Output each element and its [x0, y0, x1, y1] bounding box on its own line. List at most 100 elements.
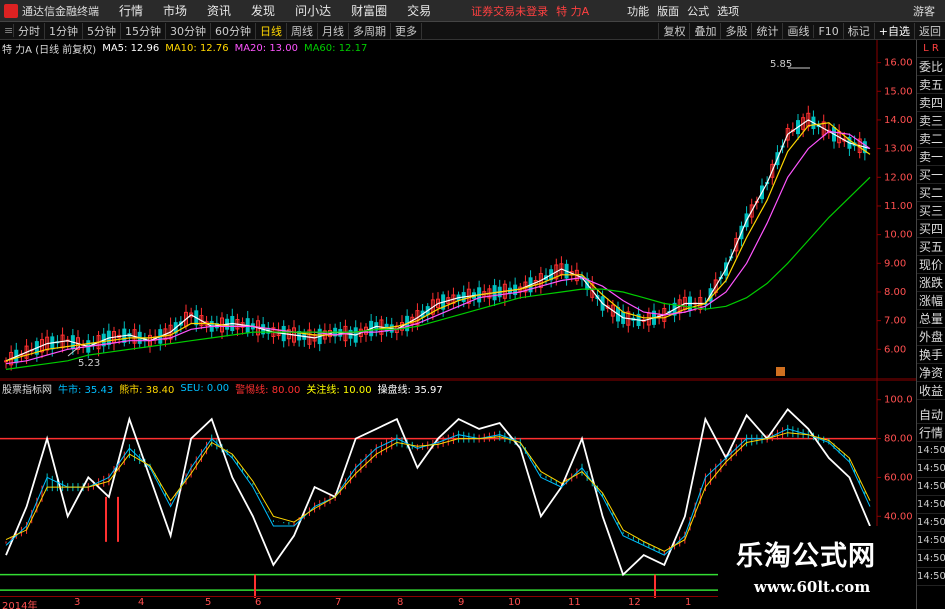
- price-tick-label: 14.00: [884, 115, 913, 126]
- side-panel-item[interactable]: 卖三: [917, 112, 945, 130]
- period-60min[interactable]: 60分钟: [211, 22, 256, 39]
- tick-time-item[interactable]: 14:50: [917, 496, 945, 514]
- x-axis-label: 3: [74, 597, 81, 608]
- side-panel-item[interactable]: 收益: [917, 382, 945, 400]
- app-logo-icon: [4, 3, 18, 18]
- indicator-tick-label: 80.00: [884, 434, 913, 445]
- period-weekly[interactable]: 周线: [287, 22, 318, 39]
- menu-options[interactable]: 选项: [717, 3, 739, 19]
- side-panel-item[interactable]: 自动: [917, 406, 945, 424]
- price-chart[interactable]: 16.00 15.00 14.00 13.00 12.00 11.00 10.00 9.00 8…: [0, 40, 916, 380]
- stock-name-label: 特 力A (日线 前复权): [2, 44, 97, 56]
- x-axis-label: 11: [568, 597, 581, 608]
- side-panel-item[interactable]: 买四: [917, 220, 945, 238]
- watch-line-label: 关注线: 10.00: [306, 384, 372, 396]
- x-axis-label: 2014年: [2, 601, 38, 609]
- x-axis-label: 10: [508, 597, 521, 608]
- side-panel-item[interactable]: 买二: [917, 184, 945, 202]
- bull-label: 牛市: 35.43: [58, 384, 114, 396]
- period-5min[interactable]: 5分钟: [83, 22, 121, 39]
- period-more[interactable]: 更多: [391, 22, 422, 39]
- side-panel-item[interactable]: 卖五: [917, 76, 945, 94]
- menu-layout[interactable]: 版面: [657, 3, 679, 19]
- stock-title: 特 力A: [556, 4, 590, 18]
- period-tick[interactable]: 分时: [14, 22, 45, 39]
- high-annotation-label: 5.85: [770, 59, 792, 70]
- tick-time-item[interactable]: 14:50: [917, 532, 945, 550]
- tick-time-item[interactable]: 14:50: [917, 460, 945, 478]
- indicator-info-line: 股票指标网 牛市: 35.43 熊市: 38.40 SEU: 0.00 警惕线:…: [2, 381, 449, 396]
- guest-login[interactable]: 游客: [913, 3, 935, 19]
- menu-trade[interactable]: 交易: [407, 2, 431, 19]
- main-info-line: 特 力A (日线 前复权) MA5: 12.96 MA10: 12.76 MA2…: [2, 41, 373, 56]
- side-panel-item[interactable]: 买三: [917, 202, 945, 220]
- side-panel-item[interactable]: 涨幅: [917, 292, 945, 310]
- login-status[interactable]: 证券交易未登录: [471, 3, 548, 19]
- price-tick-label: 9.00: [884, 258, 906, 269]
- indicator-tick-label: 100.0: [884, 395, 913, 406]
- side-panel-item[interactable]: 卖四: [917, 94, 945, 112]
- menu-formula[interactable]: 公式: [687, 3, 709, 19]
- tool-draw[interactable]: 画线: [782, 23, 813, 39]
- menu-ask[interactable]: 问小达: [295, 2, 331, 19]
- side-panel-header[interactable]: L R: [917, 40, 945, 58]
- tool-statistics[interactable]: 统计: [751, 23, 782, 39]
- menu-market-quotes[interactable]: 行情: [119, 2, 143, 19]
- menu-discover[interactable]: 发现: [251, 2, 275, 19]
- period-daily[interactable]: 日线: [256, 22, 287, 39]
- price-tick-label: 16.00: [884, 58, 913, 69]
- period-15min[interactable]: 15分钟: [121, 22, 166, 39]
- menu-wealth[interactable]: 财富圈: [351, 2, 387, 19]
- tool-back[interactable]: 返回: [914, 23, 945, 39]
- price-tick-label: 10.00: [884, 230, 913, 241]
- side-panel-item[interactable]: 涨跌: [917, 274, 945, 292]
- price-tick-label: 12.00: [884, 172, 913, 183]
- tool-add-watchlist[interactable]: +自选: [873, 23, 914, 39]
- period-multi[interactable]: 多周期: [349, 22, 391, 39]
- price-tick-label: 13.00: [884, 144, 913, 155]
- side-panel-item[interactable]: 总量: [917, 310, 945, 328]
- indicator-tick-label: 40.00: [884, 511, 913, 522]
- toolbar-menu-icon[interactable]: ≡: [0, 24, 14, 37]
- tick-time-item[interactable]: 14:50: [917, 478, 945, 496]
- side-panel-item[interactable]: 卖一: [917, 148, 945, 166]
- event-marker-icon[interactable]: [776, 367, 785, 376]
- price-tick-label: 15.00: [884, 86, 913, 97]
- tick-time-item[interactable]: 14:50: [917, 514, 945, 532]
- tool-f10[interactable]: F10: [813, 24, 842, 38]
- period-30min[interactable]: 30分钟: [166, 22, 211, 39]
- menu-market[interactable]: 市场: [163, 2, 187, 19]
- side-panel-item[interactable]: 换手: [917, 346, 945, 364]
- x-axis-label: 5: [205, 597, 212, 608]
- side-panel-item[interactable]: 买一: [917, 166, 945, 184]
- side-panel-item[interactable]: 现价: [917, 256, 945, 274]
- tick-time-item[interactable]: 14:50: [917, 568, 945, 586]
- tool-mark[interactable]: 标记: [842, 23, 874, 39]
- ma60-label: MA60: 12.17: [303, 42, 368, 54]
- alert-line-label: 警惕线: 80.00: [235, 384, 301, 396]
- x-axis-label: 7: [335, 597, 342, 608]
- side-panel-item[interactable]: 外盘: [917, 328, 945, 346]
- ma10-label: MA10: 12.76: [165, 42, 229, 54]
- side-panel-item[interactable]: 行情: [917, 424, 945, 442]
- side-panel-item[interactable]: 净资: [917, 364, 945, 382]
- ma20-label: MA20: 13.00: [234, 42, 298, 54]
- period-1min[interactable]: 1分钟: [45, 22, 83, 39]
- tick-time-item[interactable]: 14:50: [917, 550, 945, 568]
- x-axis-label: 12: [628, 597, 641, 608]
- side-panel-item[interactable]: 买五: [917, 238, 945, 256]
- tool-rights[interactable]: 复权: [658, 23, 689, 39]
- title-bar: 通达信金融终端 行情 市场 资讯 发现 问小达 财富圈 交易 证券交易未登录 特…: [0, 0, 945, 22]
- menu-news[interactable]: 资讯: [207, 2, 231, 19]
- tool-overlay[interactable]: 叠加: [689, 23, 720, 39]
- price-tick-label: 7.00: [884, 316, 906, 327]
- price-tick-label: 8.00: [884, 287, 906, 298]
- period-monthly[interactable]: 月线: [318, 22, 349, 39]
- side-panel-item[interactable]: 委比: [917, 58, 945, 76]
- tool-multi-stock[interactable]: 多股: [720, 23, 751, 39]
- side-panel-item[interactable]: 卖二: [917, 130, 945, 148]
- operation-line-label: 操盘线: 35.97: [377, 384, 443, 396]
- tick-time-item[interactable]: 14:50: [917, 442, 945, 460]
- menu-function[interactable]: 功能: [627, 3, 649, 19]
- seu-label: SEU: 0.00: [180, 382, 230, 394]
